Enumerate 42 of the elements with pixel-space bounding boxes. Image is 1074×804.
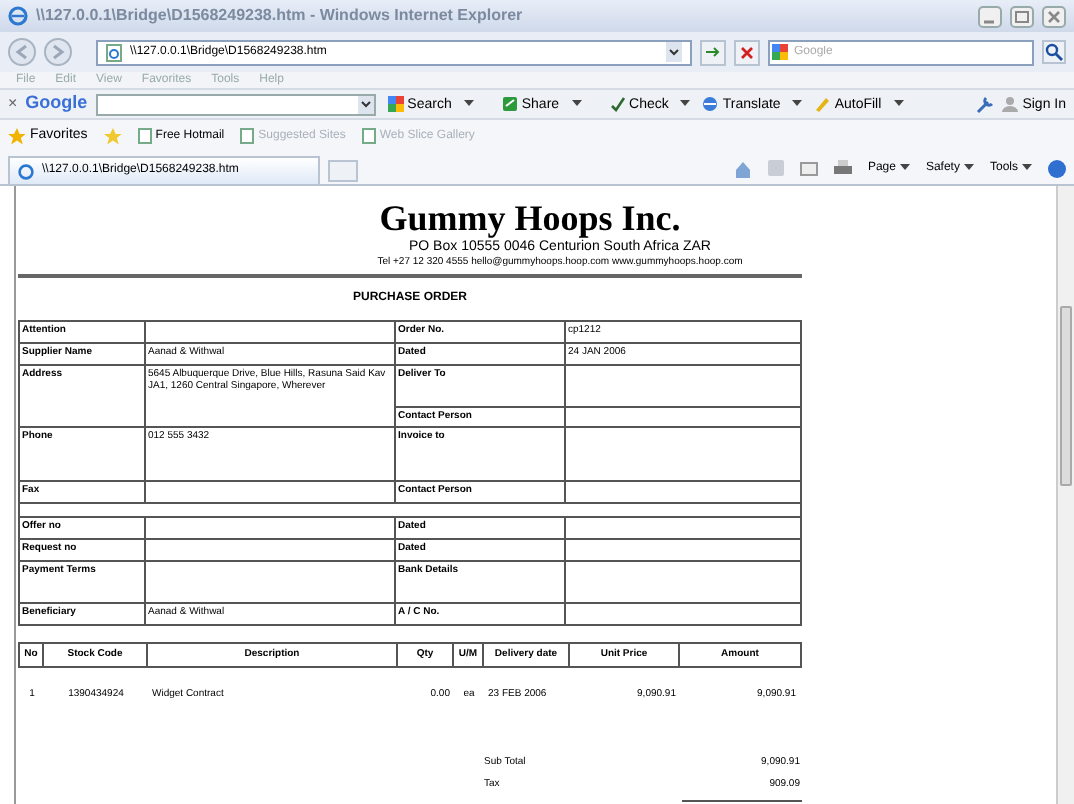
page-icon [106, 43, 122, 61]
search-button[interactable] [1042, 40, 1066, 64]
pencil-icon [814, 96, 831, 112]
back-button[interactable] [8, 38, 36, 66]
wrench-icon[interactable] [976, 95, 995, 113]
user-icon [1002, 96, 1019, 112]
dropdown-icon [680, 100, 691, 108]
globe-icon [702, 96, 719, 112]
google-icon [387, 96, 404, 112]
share-icon [501, 96, 518, 112]
printer-icon[interactable] [833, 160, 852, 176]
browser-icon [8, 6, 28, 26]
dropdown-icon [963, 164, 974, 172]
dropdown-icon [893, 100, 904, 108]
new-tab-button[interactable] [328, 160, 358, 182]
page-icon [240, 128, 255, 144]
dropdown-icon [571, 100, 582, 108]
check-icon [609, 96, 626, 112]
dropdown-icon [666, 42, 682, 62]
home-icon[interactable] [733, 159, 752, 177]
minimize-button[interactable] [978, 5, 1002, 27]
close-button[interactable] [1042, 5, 1066, 27]
stop-button[interactable] [734, 39, 760, 65]
dropdown-icon [1022, 164, 1032, 172]
google-logo: Google [25, 90, 88, 117]
dropdown-icon [463, 100, 474, 108]
scrollbar[interactable] [1056, 186, 1074, 804]
search-field[interactable] [95, 93, 376, 115]
company-name: Gummy Hoops Inc. [379, 198, 681, 238]
maximize-button[interactable] [1010, 5, 1034, 27]
google-icon [772, 43, 788, 59]
page-icon [137, 128, 152, 144]
dropdown-icon [792, 100, 803, 108]
close-button[interactable]: × [8, 92, 18, 116]
forward-button[interactable] [44, 38, 72, 66]
refresh-button[interactable] [700, 39, 726, 65]
window-title: \\127.0.0.1\Bridge\D1568249238.htm - Windows Internet Explorer [36, 4, 525, 28]
dropdown-icon [357, 95, 374, 113]
star-icon [8, 127, 26, 145]
browser-icon [18, 163, 34, 179]
dropdown-icon [899, 164, 910, 172]
page-icon [361, 128, 376, 144]
